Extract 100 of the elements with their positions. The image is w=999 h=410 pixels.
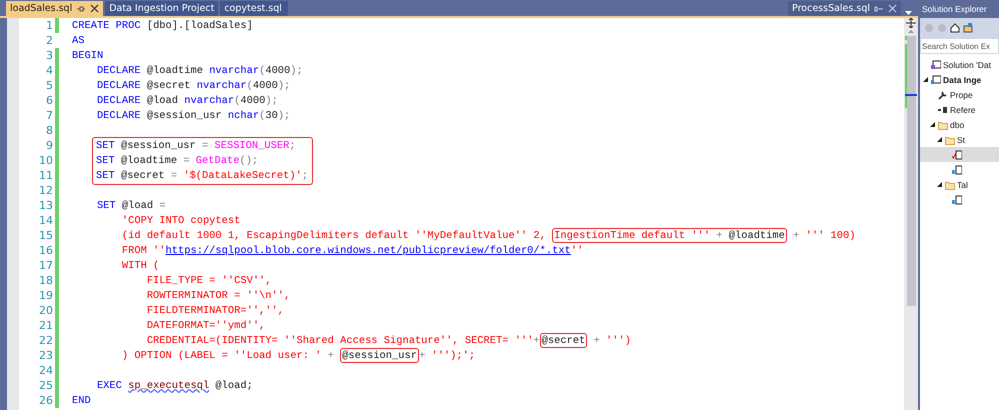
scroll-bar[interactable] [904,18,918,410]
line-number: 23 [38,349,54,362]
code-editor[interactable] [19,18,904,410]
code-line: DATEFORMAT=''ymd'', [146,320,266,332]
code-line: SET @secret = '$(DataLakeSecret)'; [96,170,308,182]
code-line: SET @session_usr = SESSION_USER; [96,140,296,152]
code-line: END [72,394,91,406]
line-number: 17 [38,259,54,272]
line-number: 22 [38,334,54,347]
tree-item[interactable]: Refere [920,102,999,117]
line-number: 12 [38,184,54,197]
line-number: 26 [38,394,54,407]
file-lock-icon [952,194,962,204]
highlight-box: IngestionTime default ''' + @loadtime [552,228,787,243]
line-number: 3 [45,49,54,62]
close-icon [90,4,100,13]
code-text: + [328,350,335,362]
line-number: 25 [38,379,54,392]
code-text: (id default 1000 1, EscapingDelimiters default ''MyDefaultValue'' 2, [120,230,547,242]
line-number: 5 [45,79,54,92]
file-tab[interactable]: Data Ingestion Project [105,1,218,16]
file-lock-icon [952,164,962,174]
line-number: 20 [38,304,54,317]
file-tab[interactable]: copytest.sql [220,1,288,16]
line-number: 8 [45,124,54,137]
back-icon [924,23,934,33]
panel-title: Solution Explorer [920,0,999,18]
code-line: AS [72,34,84,46]
code-text: CREDENTIAL=(IDENTITY= ''Shared Access Signature'', SECRET= ''' [146,334,534,346]
code-line: DECLARE @loadtime nvarchar(4000); [96,64,303,76]
tree-item[interactable] [920,147,999,162]
line-number: 11 [38,169,54,182]
code-line: SET @load = [96,200,166,212]
folder-icon [945,180,955,190]
code-line: 'COPY INTO copytest [120,214,240,226]
file-tab[interactable]: loadSales.sql [6,1,104,16]
tree-label: dbo [950,120,964,130]
line-number: 14 [38,214,54,227]
code-line: FILE_TYPE = ''CSV'', [146,274,272,286]
line-number: 16 [38,244,54,257]
tree-item[interactable]: Prope [920,87,999,102]
code-text: ) OPTION (LABEL = ''Load user: ' [120,350,322,362]
forward-icon [937,23,947,33]
code-text: + [592,334,601,346]
file-check-icon [952,150,962,160]
line-number: 18 [38,274,54,287]
code-line: WITH ( [120,260,160,272]
search-field[interactable]: Search Solution Ex [920,38,999,54]
code-text: + [533,334,540,346]
line-number: 19 [38,289,54,302]
pin-icon [874,4,884,14]
line-number: 6 [45,94,54,107]
code-text: ''') [606,334,631,346]
url-link[interactable]: https://sqlpool.blob.core.windows.net/publicpreview/folder0/*.txt [166,244,571,256]
close-icon [888,4,897,13]
line-number: 10 [38,154,54,167]
line-number: 15 [38,229,54,242]
code-text: + [418,350,426,362]
tree-item[interactable]: dbo [920,117,999,132]
code-text: '' [570,244,584,256]
code-line: SET @loadtime = GetDate(); [96,154,258,166]
highlight-box: @session_usr [340,348,419,363]
line-number: 9 [45,139,54,152]
line-number: 1 [45,19,54,32]
tree-item[interactable]: St [920,132,999,147]
tree-item[interactable]: Tal [920,177,999,192]
line-number: 2 [45,34,54,47]
line-number: 21 [38,319,54,332]
code-text: ''' 100) [806,230,856,242]
tree-label: St [957,134,966,144]
split-icon [906,18,916,28]
project-icon [931,74,941,84]
line-number: 7 [45,109,54,122]
line-number: 24 [38,364,54,377]
code-line: DECLARE @session_usr nchar(30); [96,110,290,122]
highlight-box: @secret [540,333,588,348]
file-tab[interactable]: ProcessSales.sql [788,1,901,16]
line-number: 13 [38,199,54,212]
pin-icon[interactable] [76,4,86,14]
code-text: FROM '' [120,244,166,256]
home-icon [950,23,960,33]
references-icon [938,104,948,114]
tree-label: Tal [957,180,968,190]
wrench-icon [938,90,948,100]
code-line: EXEC sp_executesql @load; [96,380,253,392]
sync-icon [963,23,973,33]
code-line: BEGIN [72,50,104,62]
code-line: FIELDTERMINATOR='','', [146,304,284,316]
solution-icon [931,60,941,70]
tree-label: Data Inge [943,74,982,84]
tree-item[interactable]: Data Inge [920,72,999,87]
dropdown-caret-icon [905,10,912,16]
code-line: DECLARE @secret nvarchar(4000); [96,80,290,92]
line-number: 4 [45,64,54,77]
code-text: ''');'; [431,350,476,362]
code-line: DECLARE @load nvarchar(4000); [96,94,278,106]
code-line: ROWTERMINATOR = ''\n'', [146,290,290,302]
code-text: + [792,230,800,242]
tree-item[interactable]: Solution 'Dat [920,57,999,72]
tree-label: Refere [950,104,976,114]
